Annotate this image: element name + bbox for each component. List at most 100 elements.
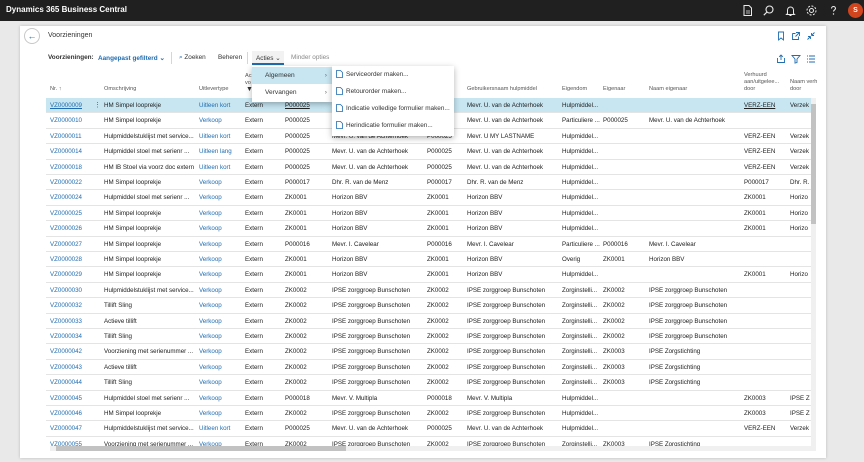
- vertical-scroll-thumb[interactable]: [811, 104, 816, 224]
- cell-nr[interactable]: VZ0000010: [50, 117, 94, 124]
- cell-type[interactable]: Verkoop: [199, 241, 241, 248]
- cell-nr[interactable]: VZ0000043: [50, 364, 94, 371]
- cell-nr[interactable]: VZ0000022: [50, 179, 94, 186]
- avatar[interactable]: S: [848, 3, 863, 18]
- cell-nr[interactable]: VZ0000011: [50, 133, 94, 140]
- cell-nr[interactable]: VZ0000018: [50, 164, 94, 171]
- cell-type[interactable]: Uitleen kort: [199, 133, 241, 140]
- search-button[interactable]: ⌕ Zoeken: [179, 54, 206, 62]
- table-row[interactable]: VZ0000027 HM Simpel looprekje Verkoop Exter…: [46, 237, 816, 252]
- table-row[interactable]: VZ0000025 HM Simpel looprekje Verkoop Exter…: [46, 206, 816, 222]
- table-row[interactable]: VZ0000047 Hulpmiddelstuklijst met service…: [46, 421, 816, 437]
- filter-icon[interactable]: [791, 54, 801, 64]
- open-new-window-icon[interactable]: [791, 31, 801, 41]
- cell-type[interactable]: Verkoop: [199, 210, 241, 217]
- actions-button[interactable]: Acties ⌄: [256, 54, 281, 62]
- cell-nr[interactable]: VZ0000030: [50, 287, 94, 294]
- table-row[interactable]: VZ0000043 Actieve tillift Verkoop Extern ZK0…: [46, 360, 816, 376]
- table-row[interactable]: VZ0000026 HM Simpel looprekje Verkoop Exter…: [46, 221, 816, 237]
- cell-type[interactable]: Verkoop: [199, 379, 241, 386]
- row-actions-icon[interactable]: ⋮: [94, 101, 101, 109]
- menu-item-indicatie[interactable]: Indicatie volledige formulier maken...: [332, 100, 454, 117]
- cell-nr[interactable]: VZ0000047: [50, 425, 94, 432]
- cell-nr[interactable]: VZ0000014: [50, 148, 94, 155]
- vertical-scrollbar[interactable]: [811, 98, 816, 446]
- table-row[interactable]: VZ0000042 Voorziening met serienummer ...…: [46, 344, 816, 360]
- table-row[interactable]: VZ0000034 Tillift Sling Verkoop Extern ZK000…: [46, 329, 816, 345]
- bookmark-icon[interactable]: [776, 31, 786, 41]
- cell-type[interactable]: Verkoop: [199, 333, 241, 340]
- menu-item-serviceorder[interactable]: Serviceorder maken...: [332, 66, 454, 83]
- column-header-naam-eigenaar[interactable]: Naam eigenaar: [649, 86, 687, 93]
- column-header-verhuurd[interactable]: Verhuurd aan/uitgelee... door: [744, 72, 779, 93]
- cell-nr[interactable]: VZ0000027: [50, 241, 94, 248]
- bell-icon[interactable]: [784, 4, 797, 17]
- table-row[interactable]: VZ0000022 HM Simpel looprekje Verkoop Exter…: [46, 175, 816, 191]
- cell-type[interactable]: Verkoop: [199, 410, 241, 417]
- collapse-icon[interactable]: [806, 31, 816, 41]
- cell-type[interactable]: Verkoop: [199, 348, 241, 355]
- menu-item-algemeen[interactable]: Algemeen ›: [252, 67, 332, 84]
- column-header-gebruikersnaam[interactable]: Gebruikersnaam hulpmiddel: [467, 86, 537, 93]
- horizontal-scroll-thumb[interactable]: [56, 446, 346, 451]
- table-row[interactable]: VZ0000014 Hulpmiddel stoel met serienr ..…: [46, 144, 816, 160]
- list-view-icon[interactable]: [806, 54, 816, 64]
- cell-nr[interactable]: VZ0000024: [50, 194, 94, 201]
- table-row[interactable]: VZ0000032 Tillift Sling Verkoop Extern ZK000…: [46, 298, 816, 314]
- gear-icon[interactable]: [805, 4, 818, 17]
- cell-type[interactable]: Uitleen lang: [199, 148, 241, 155]
- column-header-uitlevertype[interactable]: Uitlevertype: [199, 86, 229, 93]
- document-icon[interactable]: [741, 4, 754, 17]
- menu-item-retourorder[interactable]: Retourorder maken...: [332, 83, 454, 100]
- cell-type[interactable]: Verkoop: [199, 364, 241, 371]
- column-header-eigendom[interactable]: Eigendom: [562, 86, 587, 93]
- cell-type[interactable]: Uitleen kort: [199, 164, 241, 171]
- table-row[interactable]: VZ0000044 Tillift Sling Verkoop Extern ZK000…: [46, 375, 816, 391]
- cell-nr[interactable]: VZ0000026: [50, 225, 94, 232]
- menu-item-vervangen[interactable]: Vervangen ›: [252, 84, 332, 101]
- cell-nr[interactable]: VZ0000028: [50, 256, 94, 263]
- cell-type[interactable]: Verkoop: [199, 194, 241, 201]
- cell-nr[interactable]: VZ0000025: [50, 210, 94, 217]
- cell-nr[interactable]: VZ0000044: [50, 379, 94, 386]
- horizontal-scrollbar[interactable]: [50, 446, 816, 451]
- cell-nr[interactable]: VZ0000033: [50, 318, 94, 325]
- table-row[interactable]: VZ0000033 Actieve tillift Verkoop Extern ZK0…: [46, 314, 816, 329]
- column-header-omschrijving[interactable]: Omschrijving: [104, 86, 136, 93]
- manage-button[interactable]: Beheren: [218, 54, 242, 61]
- table-row[interactable]: VZ0000024 Hulpmiddel stoel met serienr ..…: [46, 190, 816, 206]
- share-icon[interactable]: [776, 54, 786, 64]
- cell-type[interactable]: Uitleen kort: [199, 425, 241, 432]
- table-row[interactable]: VZ0000045 Hulpmiddel stoel met serienr ..…: [46, 391, 816, 406]
- cell-type[interactable]: Verkoop: [199, 225, 241, 232]
- cell-type[interactable]: Verkoop: [199, 256, 241, 263]
- help-icon[interactable]: [827, 4, 840, 17]
- table-row[interactable]: VZ0000028 HM Simpel looprekje Verkoop Exter…: [46, 252, 816, 268]
- table-row[interactable]: VZ0000030 Hulpmiddelstuklijst met service…: [46, 283, 816, 299]
- column-header-eigenaar[interactable]: Eigenaar: [603, 86, 625, 93]
- cell-type[interactable]: Verkoop: [199, 179, 241, 186]
- cell-type[interactable]: Verkoop: [199, 302, 241, 309]
- cell-type[interactable]: Verkoop: [199, 271, 241, 278]
- cell-nr[interactable]: VZ0000034: [50, 333, 94, 340]
- cell-nr[interactable]: VZ0000046: [50, 410, 94, 417]
- cell-nr[interactable]: VZ0000029: [50, 271, 94, 278]
- cell-type[interactable]: Verkoop: [199, 287, 241, 294]
- table-row[interactable]: VZ0000055 Voorziening met serienummer ...…: [46, 437, 816, 446]
- filter-view-dropdown[interactable]: Aangepast gefilterd ⌄: [98, 54, 165, 62]
- app-title[interactable]: Dynamics 365 Business Central: [6, 5, 127, 14]
- cell-type[interactable]: Verkoop: [199, 318, 241, 325]
- fewer-options-button[interactable]: Minder opties: [291, 54, 329, 61]
- cell-nr[interactable]: VZ0000045: [50, 395, 94, 402]
- table-row[interactable]: VZ0000018 HM IB Stoel via voorz doc exter…: [46, 160, 816, 175]
- cell-type[interactable]: Verkoop: [199, 395, 241, 402]
- search-icon[interactable]: [762, 4, 775, 17]
- column-header-ac[interactable]: Ac vo: [245, 73, 252, 87]
- menu-item-herindicatie[interactable]: Herindicatie formulier maken...: [332, 117, 454, 134]
- column-header-naam-verhuurd[interactable]: Naam verh door: [790, 79, 817, 93]
- column-header-nr[interactable]: Nr. ↑: [50, 86, 62, 93]
- table-row[interactable]: VZ0000046 HM Simpel looprekje Verkoop Exter…: [46, 406, 816, 422]
- cell-nr[interactable]: VZ0000032: [50, 302, 94, 309]
- table-row[interactable]: VZ0000029 HM Simpel looprekje Verkoop Exter…: [46, 267, 816, 283]
- cell-nr[interactable]: VZ0000042: [50, 348, 94, 355]
